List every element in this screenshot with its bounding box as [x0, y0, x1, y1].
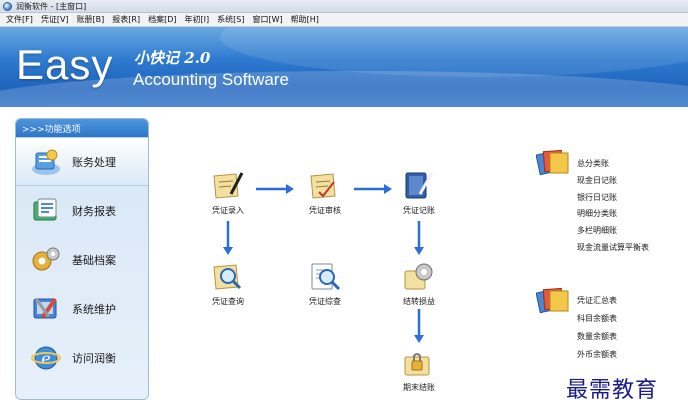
menu-file[interactable]: 文件[F] [2, 14, 37, 25]
arrow-entry-to-audit [256, 184, 294, 194]
period-close-node[interactable]: 期末结账 [389, 347, 449, 393]
sidebar-label-maintenance: 系统维护 [72, 302, 116, 316]
voucher-entry-node[interactable]: 凭证录入 [198, 170, 258, 216]
sidebar-header: >>>功能选项 [16, 119, 148, 137]
logo-subtitle: Accounting Software [133, 70, 289, 89]
menu-system[interactable]: 系统[S] [213, 14, 248, 25]
voucher-summary-icon [311, 263, 341, 291]
voucher-summary-node[interactable]: 凭证综查 [295, 261, 355, 307]
window-title: 润衡软件 - [主窗口] [16, 1, 87, 11]
logo-easy: Easy [16, 41, 114, 88]
sidebar-item-maintenance[interactable]: 系统维护 [16, 284, 148, 333]
ie-globe-icon: e [31, 346, 61, 369]
menu-help[interactable]: 帮助[H] [287, 14, 323, 25]
arrow-entry-to-query [223, 221, 233, 255]
link-foreign-balance[interactable]: 外币余额表 [577, 349, 617, 360]
link-voucher-summary[interactable]: 凭证汇总表 [577, 295, 617, 306]
logo-product-name: 小快记 2.0 [134, 49, 211, 67]
ledger-books-icon [536, 149, 569, 176]
link-cashflow-trial[interactable]: 现金流量试算平衡表 [577, 242, 649, 253]
voucher-query-node[interactable]: 凭证查询 [198, 261, 258, 307]
period-close-label: 期末结账 [403, 383, 435, 392]
link-quantity-balance[interactable]: 数量余额表 [577, 331, 617, 342]
sidebar-item-archive[interactable]: 基础档案 [16, 235, 148, 284]
voucher-query-label: 凭证查询 [212, 297, 244, 306]
sidebar-item-reports[interactable]: 财务报表 [16, 186, 148, 235]
sidebar-item-visit[interactable]: e 访问润衡 [16, 333, 148, 382]
voucher-post-label: 凭证记账 [403, 206, 435, 215]
watermark: 最需教育 [566, 378, 659, 403]
header-banner: Easy 小快记 2.0 Accounting Software [0, 27, 688, 107]
transfer-pl-icon [404, 263, 433, 290]
title-bar: 润衡软件 - [主窗口] [0, 0, 688, 13]
gears-icon [32, 247, 60, 270]
menu-window[interactable]: 窗口[W] [248, 14, 286, 25]
sidebar-label-accounting: 账务处理 [72, 155, 116, 169]
voucher-post-icon [405, 172, 434, 199]
period-close-icon [404, 353, 430, 376]
sidebar-label-reports: 财务报表 [72, 204, 116, 218]
menu-books[interactable]: 账册[B] [73, 14, 109, 25]
tools-icon [33, 297, 57, 318]
voucher-post-node[interactable]: 凭证记账 [389, 170, 449, 216]
link-multicolumn-ledger[interactable]: 多栏明细账 [577, 225, 617, 236]
transfer-pl-node[interactable]: 结转损益 [389, 261, 449, 307]
voucher-audit-icon [310, 173, 336, 199]
sidebar-label-archive: 基础档案 [72, 253, 116, 267]
voucher-audit-node[interactable]: 凭证审核 [295, 170, 355, 216]
summary-books-icon [536, 287, 569, 314]
menu-bar: 文件[F] 凭证[V] 账册[B] 报表[R] 档案[D] 年初[I] 系统[S… [0, 13, 688, 27]
arrow-post-to-transfer [414, 221, 424, 255]
function-sidebar: >>>功能选项 账务处理 财务报表 基础档案 系统维护 e 访问润衡 [15, 118, 149, 400]
app-icon [3, 1, 12, 11]
link-bank-journal[interactable]: 银行日记账 [577, 192, 617, 203]
arrow-transfer-to-close [414, 309, 424, 343]
voucher-summary-label: 凭证综查 [309, 297, 341, 306]
report-icon [33, 198, 57, 220]
banner-swoosh-top [220, 27, 688, 77]
menu-archive[interactable]: 档案[D] [144, 14, 180, 25]
link-account-balance[interactable]: 科目余额表 [577, 313, 617, 324]
ledger-icon [32, 149, 60, 175]
voucher-query-icon [213, 264, 242, 290]
voucher-audit-label: 凭证审核 [309, 206, 341, 215]
link-cash-journal[interactable]: 现金日记账 [577, 175, 617, 186]
transfer-pl-label: 结转损益 [403, 297, 435, 306]
arrow-audit-to-post [354, 184, 392, 194]
link-general-ledger[interactable]: 总分类账 [577, 158, 609, 169]
menu-reports[interactable]: 报表[R] [108, 14, 144, 25]
sidebar-label-visit: 访问润衡 [72, 351, 116, 365]
menu-voucher[interactable]: 凭证[V] [37, 14, 73, 25]
voucher-entry-label: 凭证录入 [212, 206, 244, 215]
voucher-entry-icon [213, 172, 244, 199]
link-detail-ledger[interactable]: 明细分类账 [577, 208, 617, 219]
menu-year-init[interactable]: 年初[I] [181, 14, 214, 25]
svg-text:e: e [41, 349, 50, 368]
sidebar-item-accounting[interactable]: 账务处理 [16, 137, 148, 186]
